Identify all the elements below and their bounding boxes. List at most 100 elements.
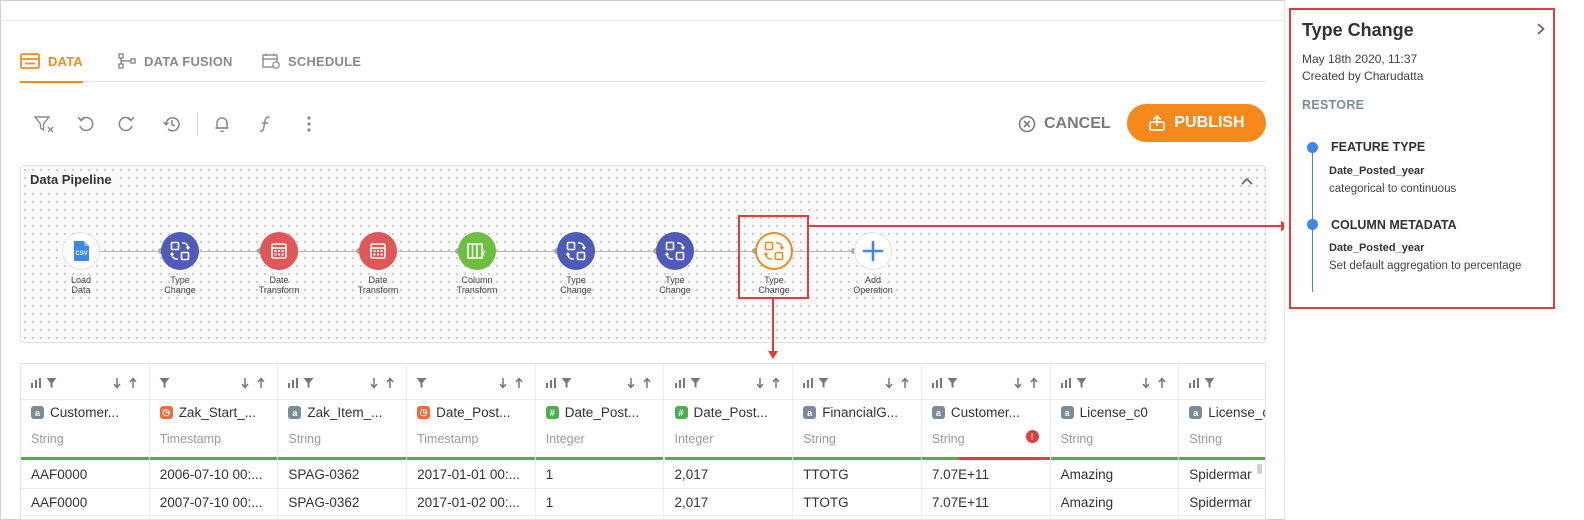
column-type-label: Integer (674, 432, 714, 446)
pipeline-node-type[interactable]: Type Change (541, 232, 611, 295)
table-cell[interactable]: 2,017 (675, 467, 709, 482)
pipeline-node-add[interactable]: Add Operation (838, 232, 908, 295)
bar-chart-icon[interactable] (287, 376, 299, 394)
table-cell[interactable]: TTOTG (803, 495, 849, 510)
table-cell[interactable]: SPAG-0362 (288, 495, 359, 510)
table-cell[interactable]: Amazing (1061, 467, 1114, 482)
table-cell[interactable]: 2,017 (675, 495, 709, 510)
more-options-button[interactable] (297, 112, 321, 136)
filter-icon[interactable] (416, 376, 427, 394)
table-cell[interactable]: 7.07E+11 (932, 467, 989, 482)
column-type-label: String (288, 432, 322, 446)
pipeline-node-type[interactable]: Type Change (640, 232, 710, 295)
column-name[interactable]: # Date_Post... (674, 405, 768, 420)
column-name[interactable]: # Date_Post... (545, 405, 640, 420)
publish-button[interactable]: PUBLISH (1127, 104, 1266, 142)
filter-icon[interactable] (303, 376, 314, 394)
annotation-connector-horizontal (809, 225, 1285, 227)
table-cell[interactable]: TTOTG (803, 467, 849, 482)
table-cell[interactable]: Spidermar (1189, 495, 1251, 510)
cancel-button[interactable]: CANCEL (1018, 108, 1111, 140)
column-name[interactable]: ◷ Zak_Start_... (159, 405, 256, 420)
pipeline-node-load[interactable]: CSV Load Data (46, 232, 116, 295)
timeline-dot (1307, 142, 1318, 153)
sort-icon[interactable] (112, 376, 140, 394)
sort-icon[interactable] (1141, 376, 1169, 394)
sort-icon[interactable] (884, 376, 912, 394)
notification-button[interactable] (210, 112, 234, 136)
function-icon (259, 116, 270, 132)
bar-chart-icon[interactable] (674, 376, 686, 394)
column-name[interactable]: a Customer... (931, 405, 1020, 420)
column-name[interactable]: a License_c0 (1060, 405, 1148, 420)
chevron-right-icon[interactable] (1534, 22, 1548, 36)
tab-data[interactable]: DATA (20, 40, 83, 83)
filter-icon[interactable] (159, 376, 170, 394)
event-description: categorical to continuous (1329, 183, 1457, 195)
pipeline-node-date[interactable]: Date Transform (244, 232, 314, 295)
tab-data-fusion[interactable]: DATA FUSION (118, 40, 233, 82)
table-cell[interactable]: 2006-07-10 00:... (160, 467, 263, 482)
column-header-tools (1050, 364, 1179, 400)
column-header-tools (535, 364, 664, 400)
sort-icon[interactable] (755, 376, 783, 394)
bar-chart-icon[interactable] (1060, 376, 1072, 394)
data-quality-bar (407, 457, 535, 460)
column-name-label: Date_Post... (564, 405, 640, 420)
column-name-label: Date_Post... (436, 405, 511, 420)
sort-icon[interactable] (498, 376, 526, 394)
table-cell[interactable]: AAF0000 (31, 467, 87, 482)
clear-filter-button[interactable] (32, 112, 56, 136)
bar-chart-icon[interactable] (545, 376, 557, 394)
sort-icon[interactable] (240, 376, 268, 394)
chevron-up-icon[interactable] (1239, 174, 1255, 190)
bar-chart-icon[interactable] (1188, 376, 1200, 394)
table-cell[interactable]: 2017-01-02 00:... (417, 495, 520, 510)
table-cell[interactable]: AAF0000 (31, 495, 87, 510)
error-icon[interactable]: ! (1025, 430, 1039, 443)
pipeline-node-column[interactable]: Column Transform (442, 232, 512, 295)
table-cell[interactable]: SPAG-0362 (288, 467, 359, 482)
table-cell[interactable]: Spidermar (1189, 467, 1251, 482)
cancel-circle-icon (1018, 115, 1036, 133)
filter-icon[interactable] (818, 376, 829, 394)
table-cell[interactable]: 1 (546, 495, 554, 510)
function-button[interactable] (254, 112, 278, 136)
table-cell[interactable]: 2017-01-01 00:... (417, 467, 520, 482)
redo-button[interactable] (114, 112, 138, 136)
column-name[interactable]: a Zak_Item_... (288, 405, 382, 420)
filter-icon[interactable] (1076, 376, 1087, 394)
column-name[interactable]: a FinancialG... (803, 405, 898, 420)
tab-schedule[interactable]: SCHEDULE (262, 40, 361, 82)
publish-label: PUBLISH (1174, 114, 1245, 131)
sort-icon[interactable] (369, 376, 397, 394)
table-cell[interactable]: 7.07E+11 (932, 495, 989, 510)
table-cell[interactable]: 2007-07-10 00:... (160, 495, 263, 510)
filter-icon[interactable] (561, 376, 572, 394)
table-scrollbar[interactable] (1257, 464, 1262, 474)
column-name[interactable]: a License_c (1189, 405, 1265, 420)
pipeline-node-date[interactable]: Date Transform (343, 232, 413, 295)
sort-icon[interactable] (626, 376, 654, 394)
column-type-badge: a (288, 406, 302, 419)
restore-button[interactable]: RESTORE (1302, 98, 1364, 112)
filter-icon[interactable] (690, 376, 701, 394)
column-name[interactable]: ◷ Date_Post... (417, 405, 510, 420)
filter-icon[interactable] (1204, 376, 1215, 394)
pipeline-node-type[interactable]: Type Change (145, 232, 215, 295)
sort-icon[interactable] (1013, 376, 1041, 394)
filter-icon[interactable] (46, 376, 57, 394)
column-header-tools (921, 364, 1050, 400)
table-cell[interactable]: 1 (546, 467, 554, 482)
column-name[interactable]: a Customer... (31, 405, 119, 420)
filter-icon[interactable] (947, 376, 958, 394)
history-button[interactable] (160, 112, 184, 136)
column-transform-icon (458, 232, 496, 270)
bar-chart-icon[interactable] (30, 376, 42, 394)
bar-chart-icon[interactable] (931, 376, 943, 394)
panel-date: May 18th 2020, 11:37 (1302, 52, 1418, 66)
table-cell[interactable]: Amazing (1061, 495, 1114, 510)
bar-chart-icon[interactable] (802, 376, 814, 394)
undo-button[interactable] (74, 112, 98, 136)
table-column: a License_c String Spidermar Spidermar (1179, 364, 1265, 519)
